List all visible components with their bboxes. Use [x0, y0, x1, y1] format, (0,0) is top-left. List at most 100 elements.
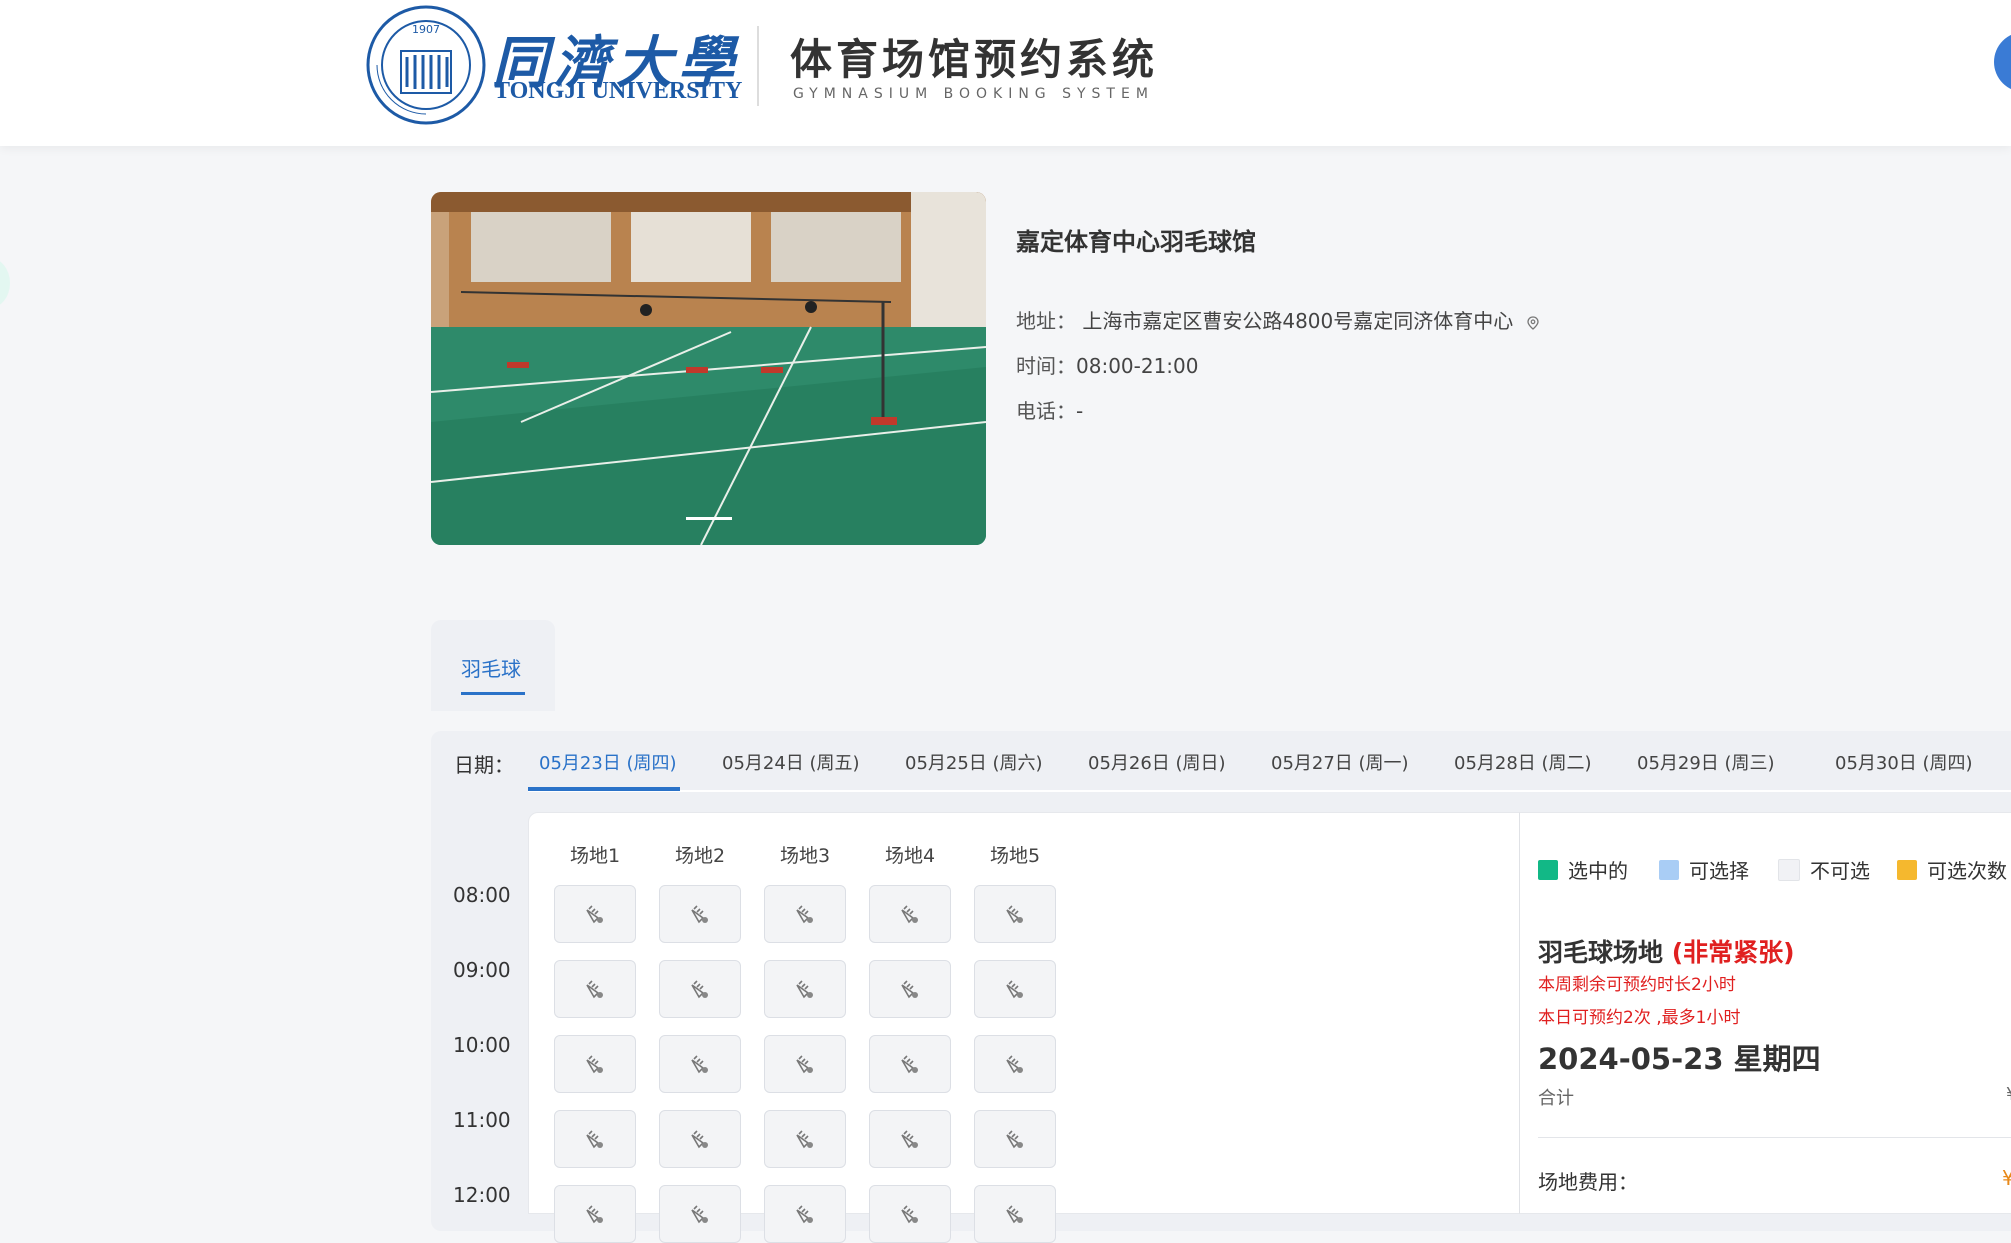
availability-status-badge: (非常紧张) — [1671, 938, 1795, 967]
date-tab-0524[interactable]: 05月24日 (周五) — [722, 749, 860, 775]
shuttlecock-icon — [1006, 905, 1023, 924]
shuttlecock-icon — [691, 1055, 708, 1074]
shuttlecock-icon — [691, 980, 708, 999]
selected-date: 2024-05-23 星期四 — [1538, 1042, 1821, 1076]
shuttlecock-icon — [796, 980, 813, 999]
floating-helper-button[interactable] — [0, 258, 10, 308]
court-fee-amount: ¥ — [2002, 1166, 2011, 1190]
time-label-1100: 11:00 — [453, 1108, 511, 1132]
system-subtitle: GYMNASIUM BOOKING SYSTEM — [793, 86, 1154, 102]
legend-count-label: 可选次数 — [1927, 859, 2007, 883]
weekly-quota-notice: 本周剩余可预约时长2小时 — [1538, 975, 1736, 995]
shuttlecock-icon — [901, 980, 918, 999]
court-slot[interactable] — [869, 1185, 951, 1243]
logo-divider — [757, 26, 759, 106]
court-slot[interactable] — [764, 1110, 846, 1168]
court-slot[interactable] — [764, 1185, 846, 1243]
venue-hours: 08:00-21:00 — [1076, 354, 1199, 378]
legend-selected-label: 选中的 — [1568, 859, 1628, 883]
tab-badminton[interactable]: 羽毛球 — [431, 620, 555, 711]
court-slot[interactable] — [764, 885, 846, 943]
shuttlecock-icon — [796, 1130, 813, 1149]
system-title: 体育场馆预约系统 — [790, 35, 1159, 84]
legend-unavailable-swatch — [1778, 858, 1800, 881]
top-header: 1907 同濟大學 TONGJI UNIVERSITY 体育场馆预约系统 GYM… — [0, 0, 2011, 146]
court-header-4: 场地4 — [885, 845, 936, 867]
date-tab-0526[interactable]: 05月26日 (周日) — [1088, 749, 1226, 775]
court-slot[interactable] — [974, 1185, 1056, 1243]
court-slot[interactable] — [554, 1035, 636, 1093]
date-tab-0528[interactable]: 05月28日 (周二) — [1454, 749, 1592, 775]
court-header-3: 场地3 — [780, 845, 831, 867]
court-header-1: 场地1 — [570, 845, 621, 867]
shuttlecock-icon — [1006, 980, 1023, 999]
court-slot[interactable] — [869, 1110, 951, 1168]
shuttlecock-icon — [586, 980, 603, 999]
location-pin-icon[interactable] — [1526, 315, 1540, 330]
time-label-0800: 08:00 — [453, 883, 511, 907]
shuttlecock-icon — [586, 1055, 603, 1074]
court-slot[interactable] — [764, 1035, 846, 1093]
venue-photo-image — [431, 192, 986, 545]
phone-label: 电话： — [1016, 399, 1076, 423]
user-avatar[interactable] — [1994, 32, 2011, 92]
address-label: 地址： — [1016, 309, 1076, 333]
shuttlecock-icon — [901, 1130, 918, 1149]
court-slot[interactable] — [764, 960, 846, 1018]
university-name-en: TONGJI UNIVERSITY — [494, 78, 743, 104]
shuttlecock-icon — [901, 1055, 918, 1074]
tab-badminton-label: 羽毛球 — [461, 657, 521, 681]
court-type-title: 羽毛球场地 (非常紧张) — [1538, 933, 1795, 969]
legend-unavailable-label: 不可选 — [1810, 859, 1870, 883]
date-tab-0523[interactable]: 05月23日 (周四) — [539, 749, 677, 775]
legend-selected-swatch — [1538, 859, 1558, 880]
venue-address-row: 地址： 上海市嘉定区曹安公路4800号嘉定同济体育中心 — [1016, 305, 1540, 334]
shuttlecock-icon — [586, 905, 603, 924]
court-type-name: 羽毛球场地 — [1538, 938, 1664, 967]
shuttlecock-icon — [1006, 1055, 1023, 1074]
date-tab-0529[interactable]: 05月29日 (周三) — [1637, 749, 1775, 775]
time-label-1000: 10:00 — [453, 1033, 511, 1057]
shuttlecock-icon — [901, 1205, 918, 1224]
date-strip-divider — [528, 790, 2011, 792]
shuttlecock-icon — [796, 905, 813, 924]
court-slot[interactable] — [554, 885, 636, 943]
date-tab-0525[interactable]: 05月25日 (周六) — [905, 749, 1043, 775]
summary-divider — [1538, 1137, 2011, 1138]
date-active-indicator — [528, 787, 680, 791]
legend-count-swatch — [1897, 859, 1917, 880]
legend-unavailable: 不可选 — [1778, 855, 1870, 884]
court-slot[interactable] — [869, 960, 951, 1018]
court-slot[interactable] — [659, 1110, 741, 1168]
seal-year: 1907 — [412, 23, 440, 36]
shuttlecock-icon — [796, 1055, 813, 1074]
hours-label: 时间： — [1016, 354, 1076, 378]
court-slot[interactable] — [974, 1110, 1056, 1168]
court-slot[interactable] — [659, 885, 741, 943]
shuttlecock-icon — [691, 1130, 708, 1149]
venue-phone: - — [1076, 399, 1084, 423]
date-tab-0527[interactable]: 05月27日 (周一) — [1271, 749, 1409, 775]
shuttlecock-icon — [901, 905, 918, 924]
university-seal-icon: 1907 — [366, 5, 486, 125]
shuttlecock-icon — [586, 1130, 603, 1149]
court-slot[interactable] — [974, 885, 1056, 943]
court-slot[interactable] — [659, 1185, 741, 1243]
date-tab-0530[interactable]: 05月30日 (周四) — [1835, 749, 1973, 775]
venue-photo-carousel[interactable] — [431, 192, 986, 545]
daily-quota-notice: 本日可预约2次 ,最多1小时 — [1538, 1008, 1741, 1028]
court-slot[interactable] — [974, 960, 1056, 1018]
date-label: 日期： — [454, 753, 514, 777]
court-slot[interactable] — [974, 1035, 1056, 1093]
venue-address: 上海市嘉定区曹安公路4800号嘉定同济体育中心 — [1082, 309, 1514, 333]
legend-available-swatch — [1659, 859, 1679, 880]
court-slot[interactable] — [554, 1110, 636, 1168]
court-slot[interactable] — [554, 960, 636, 1018]
court-slot[interactable] — [659, 960, 741, 1018]
court-slot[interactable] — [869, 885, 951, 943]
shuttlecock-icon — [691, 905, 708, 924]
court-slot[interactable] — [869, 1035, 951, 1093]
court-slot[interactable] — [554, 1185, 636, 1243]
court-slot[interactable] — [659, 1035, 741, 1093]
shuttlecock-icon — [586, 1205, 603, 1224]
